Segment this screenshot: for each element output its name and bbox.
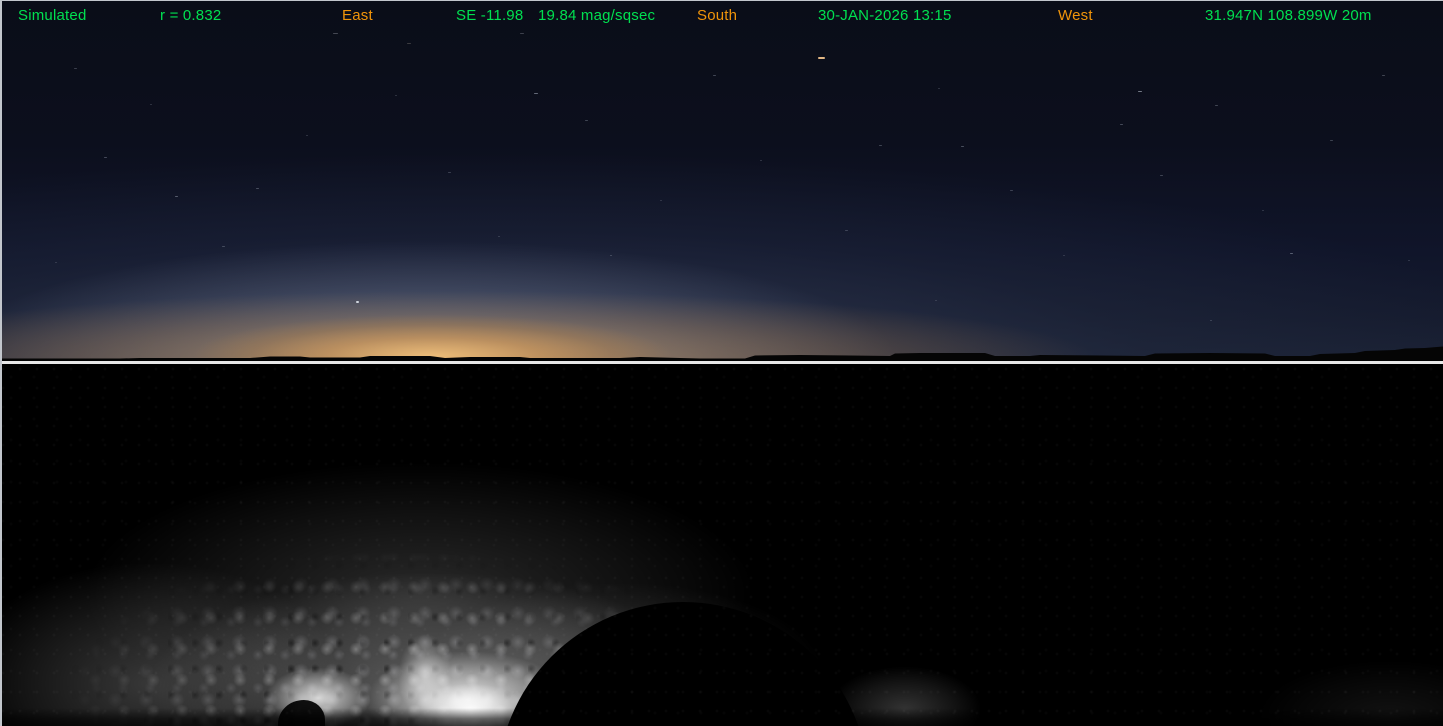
- star: [1138, 91, 1142, 92]
- star: [256, 188, 259, 189]
- frame-border-left: [0, 0, 2, 726]
- star: [879, 145, 882, 146]
- star: [818, 57, 825, 59]
- star: [585, 120, 588, 121]
- coordinates-label: 31.947N 108.899W 20m: [1205, 7, 1372, 24]
- star: [610, 255, 612, 256]
- star-layer: [0, 0, 1443, 361]
- compass-south-label: South: [697, 7, 737, 24]
- star: [1330, 140, 1333, 141]
- panel-divider: [0, 361, 1443, 364]
- sensor-noise-overlay: [0, 364, 1443, 726]
- star: [74, 68, 77, 69]
- star: [356, 301, 359, 303]
- star: [150, 104, 152, 105]
- star: [498, 236, 500, 237]
- horizon-silhouette: [0, 343, 1443, 361]
- star: [713, 75, 716, 76]
- star: [222, 246, 225, 247]
- star: [845, 230, 848, 231]
- star: [104, 157, 107, 158]
- compass-west-label: West: [1058, 7, 1093, 24]
- sky-brightness-label: 19.84 mag/sqsec: [538, 7, 655, 24]
- star: [1160, 175, 1163, 176]
- star: [395, 95, 397, 96]
- frame-border-top: [0, 0, 1443, 1]
- star: [1210, 320, 1212, 321]
- star: [1408, 260, 1410, 261]
- star: [534, 93, 538, 94]
- star: [961, 146, 964, 147]
- datetime-label: 30-JAN-2026 13:15: [818, 7, 952, 24]
- status-header: Simulated r = 0.832 East SE -11.98 19.84…: [0, 0, 1443, 30]
- star: [938, 88, 940, 89]
- star: [660, 200, 662, 201]
- star: [448, 172, 451, 173]
- sun-elevation-label: SE -11.98: [456, 7, 523, 24]
- star: [1120, 124, 1123, 125]
- star: [1063, 255, 1065, 256]
- star: [520, 33, 524, 34]
- star: [1290, 253, 1293, 254]
- star: [306, 135, 308, 136]
- compass-east-label: East: [342, 7, 373, 24]
- mode-label: Simulated: [18, 7, 87, 24]
- star: [935, 300, 937, 301]
- star: [760, 160, 762, 161]
- star: [55, 262, 57, 263]
- star: [1262, 210, 1264, 211]
- r-value-label: r = 0.832: [160, 7, 221, 24]
- allsky-camera-panel: [0, 364, 1443, 726]
- star: [1010, 190, 1013, 191]
- star: [175, 196, 178, 197]
- star: [1215, 105, 1218, 106]
- star: [407, 43, 411, 44]
- allsky-viewer: Simulated r = 0.832 East SE -11.98 19.84…: [0, 0, 1443, 726]
- star: [333, 33, 338, 34]
- star: [1382, 75, 1385, 76]
- simulated-sky-panel: Simulated r = 0.832 East SE -11.98 19.84…: [0, 0, 1443, 361]
